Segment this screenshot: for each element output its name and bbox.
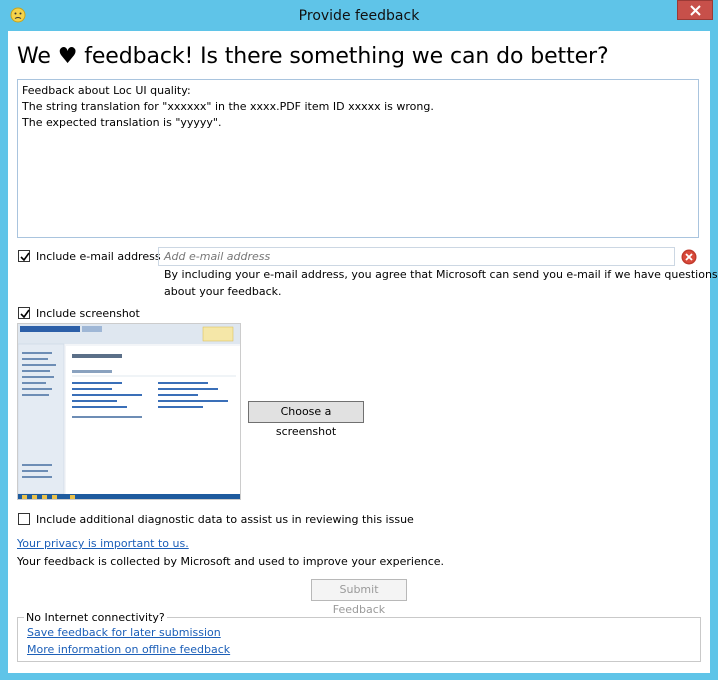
include-email-label[interactable]: Include e-mail address xyxy=(36,250,161,263)
feedback-line: The expected translation is "yyyyy". xyxy=(22,116,222,129)
include-diagnostics-checkbox[interactable] xyxy=(18,513,30,525)
include-diagnostics-label[interactable]: Include additional diagnostic data to as… xyxy=(36,513,414,526)
choose-screenshot-button[interactable]: Choose a screenshot xyxy=(248,401,364,438)
screenshot-preview-image xyxy=(18,324,240,499)
save-feedback-link[interactable]: Save feedback for later submission xyxy=(27,626,221,639)
email-field[interactable]: Add e-mail address xyxy=(158,247,675,266)
checkmark-icon xyxy=(20,252,30,262)
checkmark-icon xyxy=(20,309,30,319)
offline-group-title: No Internet connectivity? xyxy=(24,611,167,624)
include-screenshot-label[interactable]: Include screenshot xyxy=(36,307,140,320)
offline-info-link[interactable]: More information on offline feedback xyxy=(27,643,230,656)
feedback-line: Feedback about Loc UI quality: xyxy=(22,84,191,97)
close-icon xyxy=(690,5,701,16)
feedback-line: The string translation for "xxxxxx" in t… xyxy=(22,100,434,113)
feedback-textarea[interactable]: Feedback about Loc UI quality: The strin… xyxy=(17,79,699,238)
include-email-checkbox[interactable] xyxy=(18,250,30,262)
email-consent-text-2: about your feedback. xyxy=(164,285,282,298)
privacy-text: Your feedback is collected by Microsoft … xyxy=(17,555,445,568)
email-consent-text: By including your e-mail address, you ag… xyxy=(164,268,718,281)
dialog-body: We ♥ feedback! Is there something we can… xyxy=(8,31,718,673)
privacy-link[interactable]: Your privacy is important to us. xyxy=(17,537,189,550)
close-button[interactable] xyxy=(677,0,713,20)
window-title: Provide feedback xyxy=(298,8,420,24)
include-screenshot-checkbox[interactable] xyxy=(18,307,30,319)
page-title: We ♥ feedback! Is there something we can… xyxy=(17,44,609,69)
screenshot-thumbnail xyxy=(17,323,241,500)
clear-email-icon[interactable] xyxy=(681,249,697,265)
submit-feedback-button[interactable]: Submit Feedback xyxy=(311,579,407,616)
title-bar: Provide feedback xyxy=(0,0,718,30)
